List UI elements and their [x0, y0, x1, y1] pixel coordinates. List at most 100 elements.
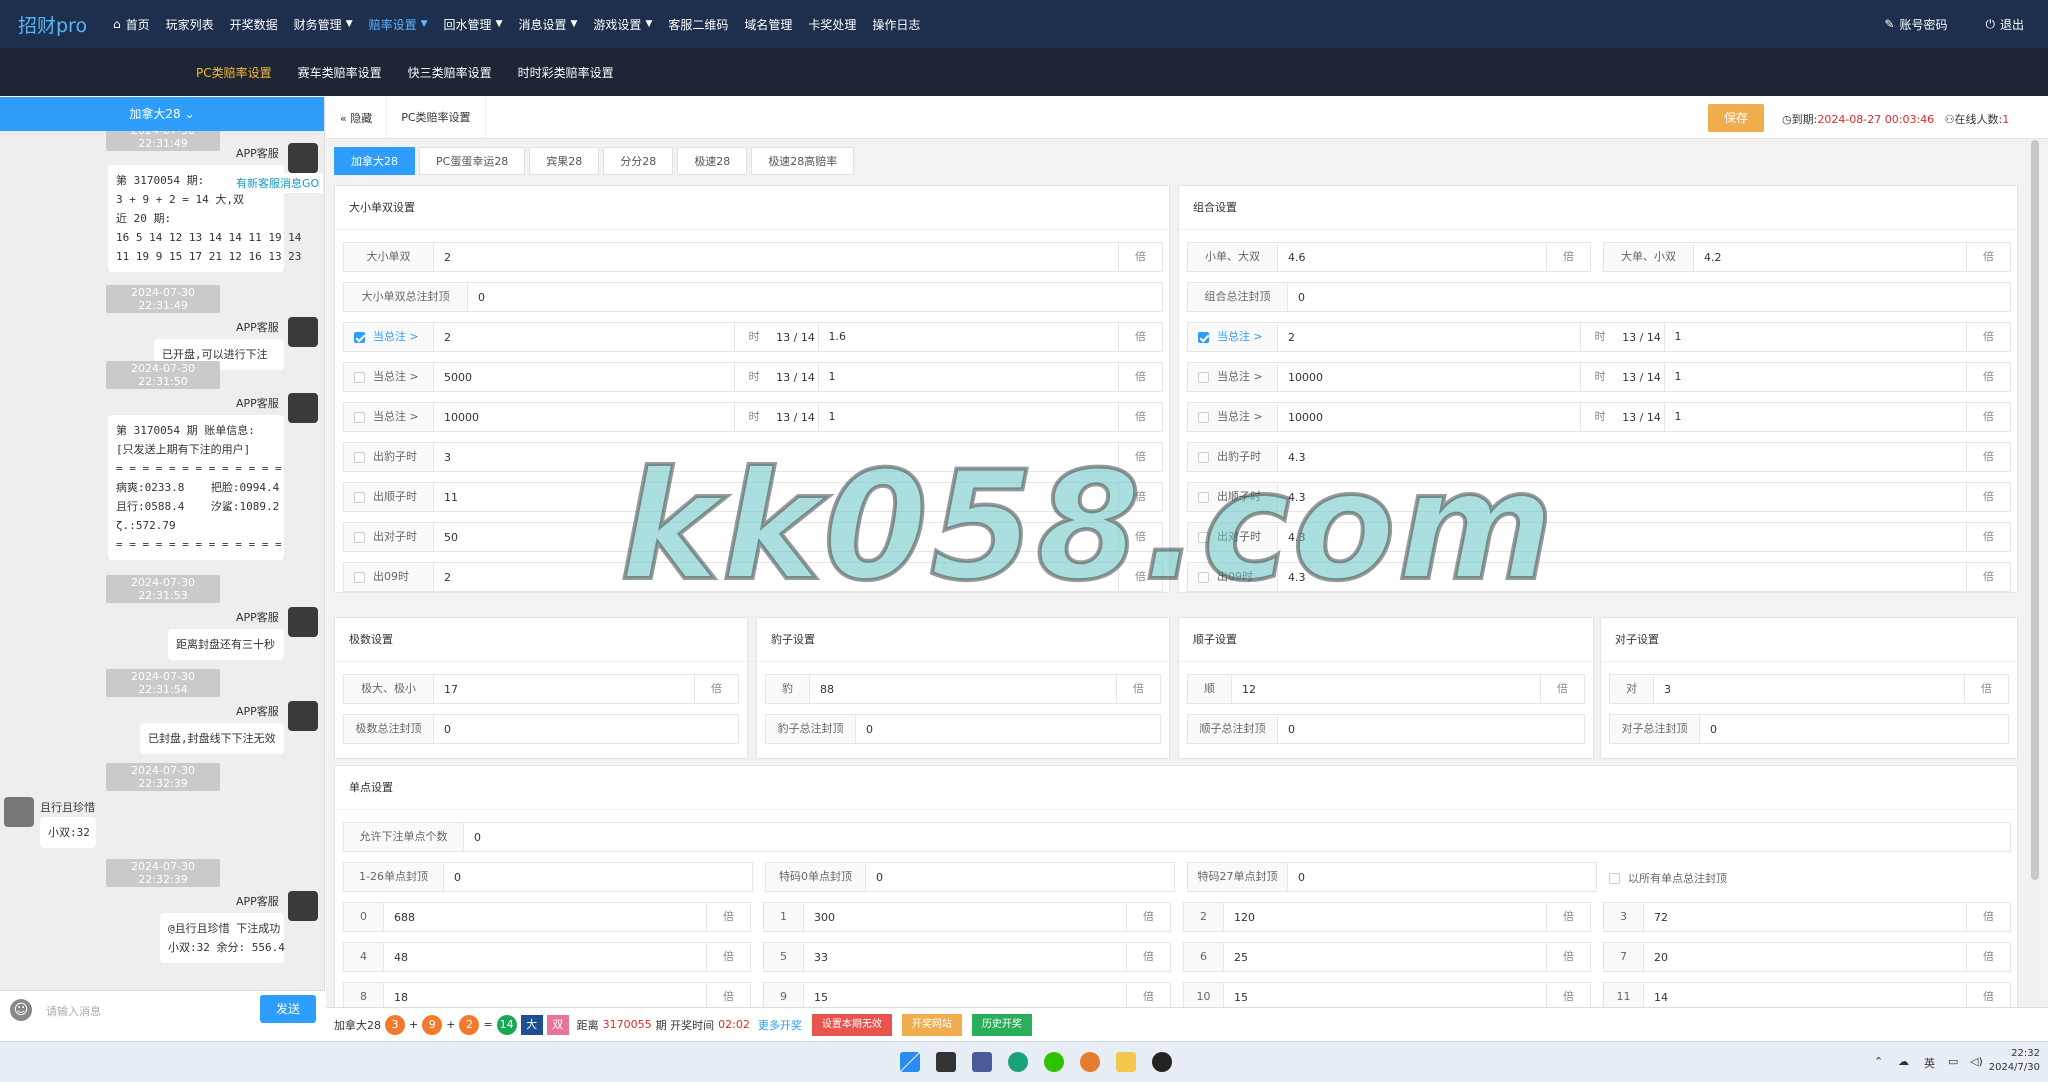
- special-checkbox[interactable]: [1198, 571, 1209, 583]
- subnav-item-3[interactable]: 时时彩类赔率设置: [518, 64, 614, 81]
- threshold-rate-input[interactable]: 1: [817, 403, 1119, 431]
- field-input[interactable]: 88: [810, 683, 1116, 696]
- nav-home[interactable]: ⌂ 首页: [105, 0, 158, 48]
- nav-item-8[interactable]: 域名管理: [736, 0, 800, 48]
- special-input[interactable]: 3: [434, 451, 1118, 464]
- tray-cloud-icon[interactable]: ☁: [1898, 1055, 1909, 1068]
- logout-link[interactable]: ⏻ 退出: [1977, 0, 2032, 48]
- history-results-button[interactable]: 历史开奖: [971, 1013, 1032, 1036]
- file-explorer-icon[interactable]: [1116, 1052, 1136, 1072]
- field-input[interactable]: 20: [1644, 951, 1966, 964]
- special-checkbox[interactable]: [354, 491, 365, 503]
- input-language[interactable]: 英: [1924, 1055, 1935, 1071]
- special-input[interactable]: 4.3: [1278, 491, 1966, 504]
- tray-chevron-up-icon[interactable]: ⌃: [1874, 1055, 1883, 1068]
- field-input[interactable]: 0: [866, 871, 1174, 884]
- user-avatar[interactable]: [4, 797, 34, 827]
- field-input[interactable]: 300: [804, 911, 1126, 924]
- new-message-link[interactable]: 有新客服消息GO: [232, 173, 324, 193]
- chat-header[interactable]: 加拿大28 ⌄: [0, 97, 324, 131]
- account-password-link[interactable]: ✎ 账号密码: [1876, 0, 1955, 48]
- field-input[interactable]: 33: [804, 951, 1126, 964]
- game-tab-5[interactable]: 极速28高赔率: [751, 147, 855, 175]
- special-input[interactable]: 4.3: [1278, 531, 1966, 544]
- special-input[interactable]: 11: [434, 491, 1118, 504]
- save-button[interactable]: 保存: [1708, 104, 1764, 132]
- volume-icon[interactable]: ◁): [1970, 1055, 1983, 1068]
- game-tab-0[interactable]: 加拿大28: [334, 147, 415, 175]
- nav-item-2[interactable]: 财务管理 ▼: [286, 0, 361, 48]
- windows-start-icon[interactable]: [900, 1052, 920, 1072]
- nav-item-4[interactable]: 回水管理 ▼: [436, 0, 511, 48]
- special-checkbox[interactable]: [354, 531, 365, 543]
- field-input[interactable]: 15: [804, 991, 1126, 1004]
- threshold-amount-input[interactable]: 10000: [1278, 371, 1580, 384]
- threshold-rate-input[interactable]: 1.6: [817, 323, 1119, 351]
- special-checkbox[interactable]: [354, 451, 365, 463]
- service-avatar[interactable]: [288, 891, 318, 921]
- field-input[interactable]: 0: [856, 723, 1160, 736]
- hide-sidebar-button[interactable]: « 隐藏: [326, 110, 386, 126]
- threshold-amount-input[interactable]: 10000: [434, 411, 734, 424]
- task-view-icon[interactable]: [936, 1052, 956, 1072]
- all-cap-option[interactable]: 以所有单点总注封顶: [1609, 870, 1727, 886]
- field-input[interactable]: 17: [434, 683, 694, 696]
- field-input[interactable]: 2: [434, 251, 1118, 264]
- service-avatar[interactable]: [288, 393, 318, 423]
- threshold-rate-input[interactable]: 1: [1663, 323, 1967, 351]
- threshold-checkbox[interactable]: [354, 371, 365, 383]
- threshold-checkbox[interactable]: [1198, 371, 1209, 383]
- threshold-amount-input[interactable]: 5000: [434, 371, 734, 384]
- field-input[interactable]: 0: [464, 831, 2010, 844]
- lottery-site-button[interactable]: 开奖网站: [901, 1013, 962, 1036]
- game-tab-1[interactable]: PC蛋蛋幸运28: [419, 147, 526, 175]
- special-checkbox[interactable]: [354, 571, 365, 583]
- network-icon[interactable]: ▭: [1948, 1055, 1958, 1068]
- field-input[interactable]: 0: [1700, 723, 2008, 736]
- field-input[interactable]: 0: [1278, 723, 1584, 736]
- threshold-amount-input[interactable]: 10000: [1278, 411, 1580, 424]
- game-tab-2[interactable]: 宾果28: [529, 147, 600, 175]
- nav-item-6[interactable]: 游戏设置 ▼: [585, 0, 660, 48]
- field-input[interactable]: 0: [444, 871, 752, 884]
- nav-item-7[interactable]: 客服二维码: [660, 0, 736, 48]
- more-results-link[interactable]: 更多开奖: [758, 1017, 802, 1033]
- field-input[interactable]: 72: [1644, 911, 1966, 924]
- field-input[interactable]: 3: [1654, 683, 1964, 696]
- threshold-checkbox[interactable]: [1198, 331, 1209, 343]
- chat-input[interactable]: 请输入消息: [46, 1003, 101, 1019]
- field-input[interactable]: 0: [1288, 871, 1596, 884]
- field-input[interactable]: 48: [384, 951, 706, 964]
- nav-item-1[interactable]: 开奖数据: [222, 0, 286, 48]
- subnav-item-0[interactable]: PC类赔率设置: [196, 64, 272, 81]
- special-checkbox[interactable]: [1198, 451, 1209, 463]
- threshold-checkbox[interactable]: [1198, 411, 1209, 423]
- send-button[interactable]: 发送: [260, 995, 316, 1023]
- game-app-icon[interactable]: [1080, 1052, 1100, 1072]
- threshold-rate-input[interactable]: 1: [817, 363, 1119, 391]
- field-input[interactable]: 0: [468, 291, 1162, 304]
- game-tab-4[interactable]: 极速28: [677, 147, 748, 175]
- wechat-icon[interactable]: [1044, 1052, 1064, 1072]
- qq-icon[interactable]: [1152, 1052, 1172, 1072]
- nav-item-10[interactable]: 操作日志: [864, 0, 928, 48]
- app-icon[interactable]: [972, 1052, 992, 1072]
- service-avatar[interactable]: [288, 143, 318, 173]
- nav-item-9[interactable]: 卡奖处理: [800, 0, 864, 48]
- threshold-checkbox[interactable]: [354, 331, 365, 343]
- field-input[interactable]: 4.2: [1694, 251, 1966, 264]
- nav-item-3[interactable]: 赔率设置 ▼: [361, 0, 436, 48]
- field-input[interactable]: 18: [384, 991, 706, 1004]
- scrollbar-thumb[interactable]: [2031, 140, 2039, 880]
- main-scrollbar[interactable]: [2030, 140, 2040, 1006]
- edge-browser-icon[interactable]: [1008, 1052, 1028, 1072]
- threshold-amount-input[interactable]: 2: [1278, 331, 1580, 344]
- service-avatar[interactable]: [288, 607, 318, 637]
- nav-item-5[interactable]: 消息设置 ▼: [510, 0, 585, 48]
- special-input[interactable]: 2: [434, 571, 1118, 584]
- special-checkbox[interactable]: [1198, 531, 1209, 543]
- field-input[interactable]: 0: [434, 723, 738, 736]
- system-clock[interactable]: 22:32 2024/7/30: [1989, 1047, 2040, 1075]
- field-input[interactable]: 0: [1288, 291, 2010, 304]
- special-input[interactable]: 4.3: [1278, 451, 1966, 464]
